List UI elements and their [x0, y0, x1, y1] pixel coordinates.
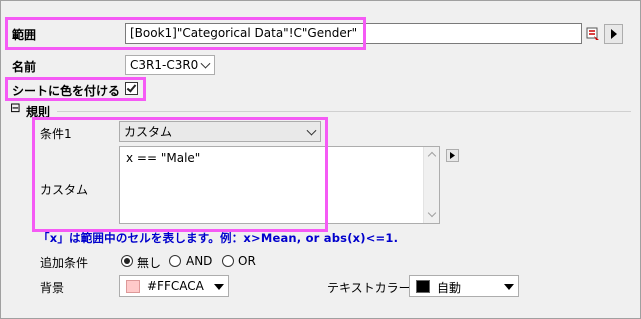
radio-and[interactable]	[169, 255, 181, 267]
triangle-down-icon	[504, 284, 514, 290]
triangle-right-icon	[450, 152, 455, 159]
name-label: 名前	[12, 60, 37, 74]
range-select-icon[interactable]	[584, 25, 602, 43]
name-dropdown[interactable]: C3R1-C3R0	[125, 55, 215, 75]
condition-dropdown[interactable]: カスタム	[119, 121, 321, 142]
triangle-right-icon	[610, 29, 617, 39]
dialog-panel: 範囲 [Book1]"Categorical Data"!C"Gender" 名…	[0, 0, 641, 319]
triangle-down-icon	[214, 284, 224, 290]
background-color-name: #FFCACA	[147, 279, 204, 293]
hint-text: 「x」は範囲中のセルを表します。例：x>Mean, or abs(x)<=1.	[38, 231, 399, 245]
range-input[interactable]: [Book1]"Categorical Data"!C"Gender"	[125, 23, 582, 44]
background-swatch	[126, 280, 140, 293]
rules-divider	[57, 111, 631, 112]
chevron-down-icon	[200, 58, 211, 69]
scroll-down-icon[interactable]	[427, 208, 437, 218]
radio-or[interactable]	[222, 255, 234, 267]
expression-menu-button[interactable]	[446, 149, 459, 162]
text-color-dropdown[interactable]: 自動	[409, 275, 519, 297]
radio-and-label: AND	[186, 254, 213, 268]
text-color-swatch	[416, 280, 430, 293]
name-value: C3R1-C3R0	[130, 58, 199, 72]
background-color-dropdown[interactable]: #FFCACA	[119, 275, 229, 297]
text-color-value: 自動	[437, 281, 462, 295]
condition-label: 条件1	[40, 127, 72, 141]
condition-value: カスタム	[124, 125, 173, 139]
textarea-scrollbar[interactable]	[423, 147, 439, 223]
range-menu-button[interactable]	[604, 24, 623, 44]
custom-label: カスタム	[40, 183, 89, 197]
additional-condition-label: 追加条件	[40, 256, 89, 270]
custom-expression-textarea[interactable]: x == "Male"	[119, 146, 440, 224]
radio-none[interactable]	[121, 255, 133, 267]
range-value: [Book1]"Categorical Data"!C"Gender"	[130, 26, 358, 40]
text-color-label: テキストカラー	[327, 281, 411, 295]
color-sheet-label: シートに色を付ける	[12, 84, 121, 98]
scroll-up-icon[interactable]	[427, 151, 437, 161]
radio-none-label: 無し	[137, 256, 162, 270]
range-label: 範囲	[12, 28, 37, 42]
custom-expression-text: x == "Male"	[126, 151, 201, 165]
background-label: 背景	[40, 281, 65, 295]
radio-or-label: OR	[238, 254, 256, 268]
checkmark-icon	[126, 82, 137, 93]
rules-label: 規則	[26, 105, 51, 119]
rules-collapse-toggle[interactable]: ⊟	[10, 102, 21, 115]
chevron-down-icon	[306, 125, 317, 136]
color-sheet-checkbox[interactable]	[125, 82, 138, 95]
